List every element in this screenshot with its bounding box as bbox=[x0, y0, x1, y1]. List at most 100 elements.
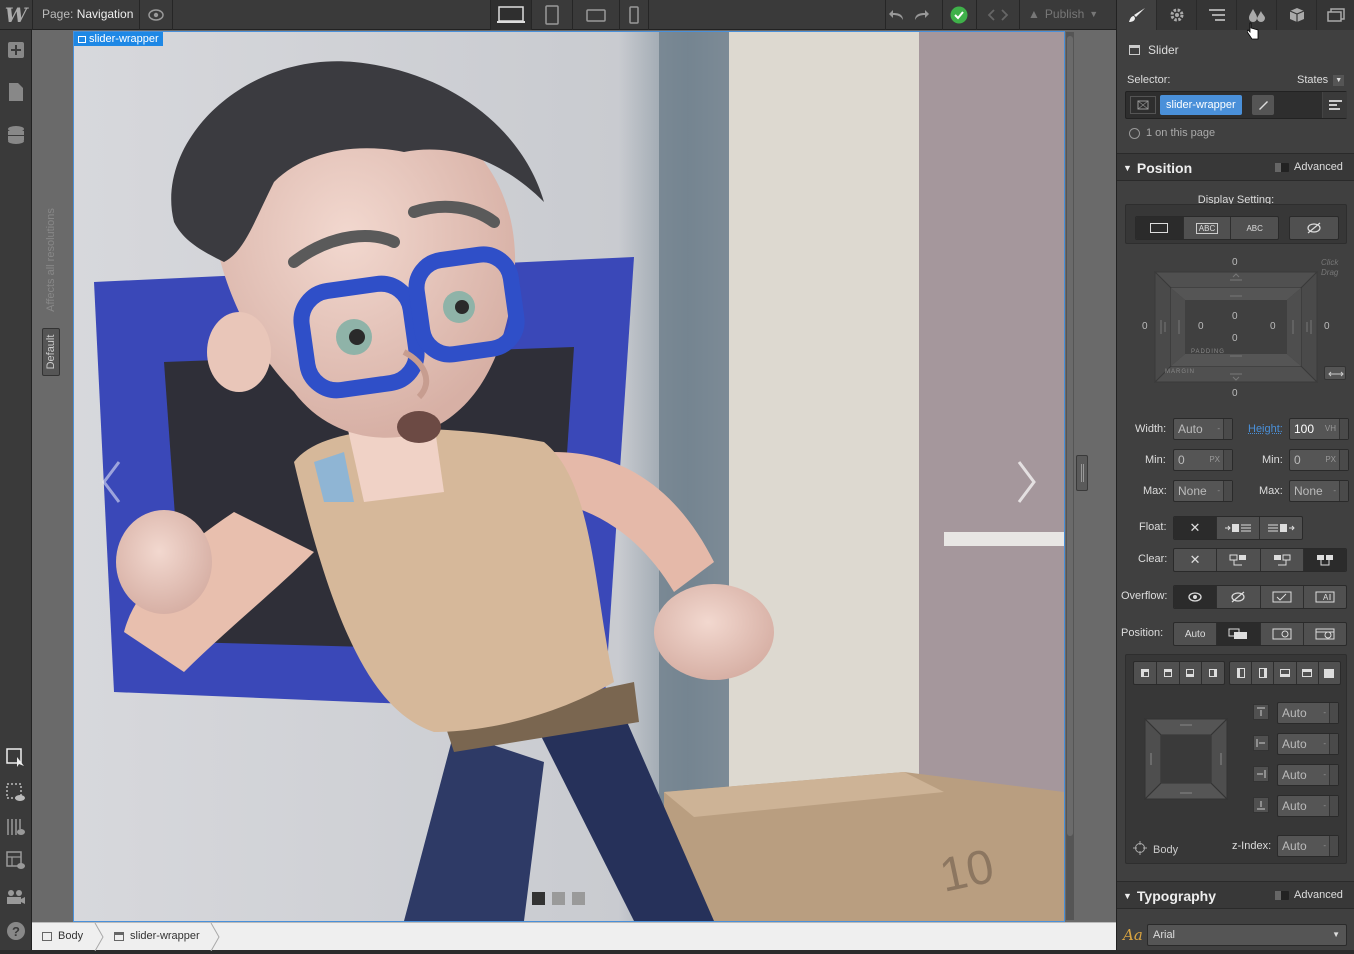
min-height-input[interactable]: 0 PX bbox=[1289, 449, 1349, 471]
phone-landscape-view-icon[interactable] bbox=[573, 0, 619, 30]
position-fixed-icon[interactable] bbox=[1304, 623, 1346, 645]
overflow-visible-eye-icon[interactable] bbox=[1174, 586, 1217, 608]
selector-field[interactable]: slider-wrapper bbox=[1125, 91, 1347, 119]
height-unit[interactable]: VH bbox=[1325, 419, 1336, 439]
xray-mode-icon[interactable] bbox=[0, 846, 32, 876]
overflow-hidden-eye-slash-icon[interactable] bbox=[1217, 586, 1260, 608]
undo-icon[interactable] bbox=[886, 0, 908, 30]
states-dropdown[interactable]: States ▼ bbox=[1297, 74, 1344, 86]
position-section-header[interactable]: ▼ Position Advanced bbox=[1117, 153, 1354, 181]
slider-dot[interactable] bbox=[532, 892, 545, 905]
preview-selection-icon[interactable] bbox=[0, 778, 32, 808]
float-right-icon[interactable] bbox=[1260, 517, 1302, 539]
margin-bottom-value[interactable]: 0 bbox=[1232, 388, 1238, 399]
pages-icon[interactable] bbox=[0, 77, 32, 107]
position-absolute-icon[interactable] bbox=[1261, 623, 1304, 645]
height-input[interactable]: 100 VH bbox=[1289, 418, 1349, 440]
breadcrumb-item-body[interactable]: Body bbox=[42, 930, 83, 942]
float-left-icon[interactable] bbox=[1217, 517, 1260, 539]
tab-images-icon[interactable] bbox=[1317, 0, 1354, 30]
preset-top-left-icon[interactable] bbox=[1134, 662, 1157, 684]
offset-right-input[interactable]: Auto - bbox=[1277, 764, 1339, 786]
padding-top-value[interactable]: 0 bbox=[1232, 311, 1238, 322]
margin-top-value[interactable]: 0 bbox=[1232, 257, 1238, 268]
display-inline-block-button[interactable]: ABC bbox=[1184, 217, 1232, 239]
selector-menu-icon[interactable] bbox=[1322, 92, 1347, 118]
typography-section-header[interactable]: ▼ Typography Advanced bbox=[1117, 881, 1354, 909]
padding-left-value[interactable]: 0 bbox=[1198, 321, 1204, 332]
slider-wrapper[interactable]: 10 bbox=[74, 32, 1064, 921]
display-block-button[interactable] bbox=[1136, 217, 1184, 239]
float-none-icon[interactable]: ✕ bbox=[1174, 517, 1217, 539]
canvas-scrollbar-thumb[interactable] bbox=[1067, 36, 1073, 836]
offset-left-input[interactable]: Auto - bbox=[1277, 733, 1339, 755]
publish-button[interactable]: ▲ Publish ▼ bbox=[1028, 7, 1098, 21]
overflow-scroll-icon[interactable] bbox=[1261, 586, 1304, 608]
preview-eye-icon[interactable] bbox=[140, 0, 172, 30]
cms-database-icon[interactable] bbox=[0, 120, 32, 150]
canvas-scrollbar[interactable] bbox=[1066, 32, 1074, 920]
typography-advanced-toggle[interactable]: Advanced bbox=[1275, 889, 1343, 901]
video-tutorials-icon[interactable] bbox=[0, 882, 32, 912]
desktop-view-icon[interactable] bbox=[491, 0, 531, 30]
slider-dot[interactable] bbox=[572, 892, 585, 905]
display-inline-button[interactable]: ABC bbox=[1231, 217, 1278, 239]
clear-left-icon[interactable] bbox=[1217, 549, 1260, 571]
preset-top-icon[interactable] bbox=[1297, 662, 1319, 684]
webflow-logo[interactable]: W bbox=[0, 0, 32, 30]
redo-icon[interactable] bbox=[908, 0, 934, 30]
preset-full-icon[interactable] bbox=[1319, 662, 1340, 684]
clear-right-icon[interactable] bbox=[1261, 549, 1304, 571]
min-width-unit[interactable]: PX bbox=[1209, 450, 1220, 470]
preset-bottom-icon[interactable] bbox=[1274, 662, 1296, 684]
canvas-resize-handle[interactable] bbox=[1076, 455, 1088, 491]
offset-bottom-input[interactable]: Auto - bbox=[1277, 795, 1339, 817]
saved-status-check-icon[interactable] bbox=[943, 0, 975, 30]
position-advanced-toggle[interactable]: Advanced bbox=[1275, 161, 1343, 173]
width-input[interactable]: Auto - bbox=[1173, 418, 1233, 440]
min-height-unit[interactable]: PX bbox=[1325, 450, 1336, 470]
clear-both-icon[interactable] bbox=[1304, 549, 1346, 571]
add-element-icon[interactable] bbox=[0, 35, 32, 65]
relative-to-element[interactable]: Body bbox=[1133, 841, 1178, 858]
zindex-input[interactable]: Auto - bbox=[1277, 835, 1339, 857]
box-model-expand-icon[interactable] bbox=[1324, 366, 1346, 380]
box-model-editor[interactable]: 0 0 0 0 0 0 0 0 PADDING MARGIN Click Dra… bbox=[1125, 252, 1347, 402]
margin-left-value[interactable]: 0 bbox=[1142, 321, 1148, 332]
tab-style-brush-icon[interactable] bbox=[1117, 0, 1157, 30]
select-cursor-icon[interactable] bbox=[0, 743, 32, 773]
position-relative-icon[interactable] bbox=[1217, 623, 1260, 645]
breakpoint-default-tab[interactable]: Default bbox=[42, 328, 60, 376]
rename-class-pencil-icon[interactable] bbox=[1252, 95, 1274, 115]
tablet-view-icon[interactable] bbox=[532, 0, 572, 30]
overflow-auto-icon[interactable]: A bbox=[1304, 586, 1346, 608]
margin-right-value[interactable]: 0 bbox=[1324, 321, 1330, 332]
position-auto-button[interactable]: Auto bbox=[1174, 623, 1217, 645]
min-width-input[interactable]: 0 PX bbox=[1173, 449, 1233, 471]
tab-assets-cube-icon[interactable] bbox=[1277, 0, 1317, 30]
max-height-input[interactable]: None - bbox=[1289, 480, 1349, 502]
display-none-eye-slash-icon[interactable] bbox=[1290, 217, 1338, 239]
height-label[interactable]: Height: bbox=[1248, 423, 1283, 435]
offset-top-input[interactable]: Auto - bbox=[1277, 702, 1339, 724]
preset-top-right-icon[interactable] bbox=[1157, 662, 1180, 684]
preset-bottom-right-icon[interactable] bbox=[1202, 662, 1224, 684]
selector-class-pill[interactable]: slider-wrapper bbox=[1160, 95, 1242, 115]
page-selector[interactable]: Page: Navigation bbox=[42, 7, 133, 21]
tab-navigator-icon[interactable] bbox=[1197, 0, 1237, 30]
design-canvas[interactable]: Default Affects all resolutions slider-w… bbox=[32, 30, 1116, 922]
breadcrumb-item-slider-wrapper[interactable]: slider-wrapper bbox=[114, 930, 200, 942]
code-export-icon[interactable] bbox=[977, 0, 1019, 30]
preset-bottom-left-icon[interactable] bbox=[1180, 662, 1203, 684]
clear-none-icon[interactable]: ✕ bbox=[1174, 549, 1217, 571]
phone-portrait-view-icon[interactable] bbox=[620, 0, 648, 30]
tab-settings-gear-icon[interactable] bbox=[1157, 0, 1197, 30]
max-width-input[interactable]: None - bbox=[1173, 480, 1233, 502]
padding-bottom-value[interactable]: 0 bbox=[1232, 333, 1238, 344]
slider-dot[interactable] bbox=[552, 892, 565, 905]
font-family-select[interactable]: Arial ▼ bbox=[1147, 924, 1347, 946]
grid-overlay-icon[interactable] bbox=[0, 812, 32, 842]
help-icon[interactable]: ? bbox=[0, 916, 32, 946]
preset-right-icon[interactable] bbox=[1252, 662, 1274, 684]
preset-left-icon[interactable] bbox=[1230, 662, 1252, 684]
